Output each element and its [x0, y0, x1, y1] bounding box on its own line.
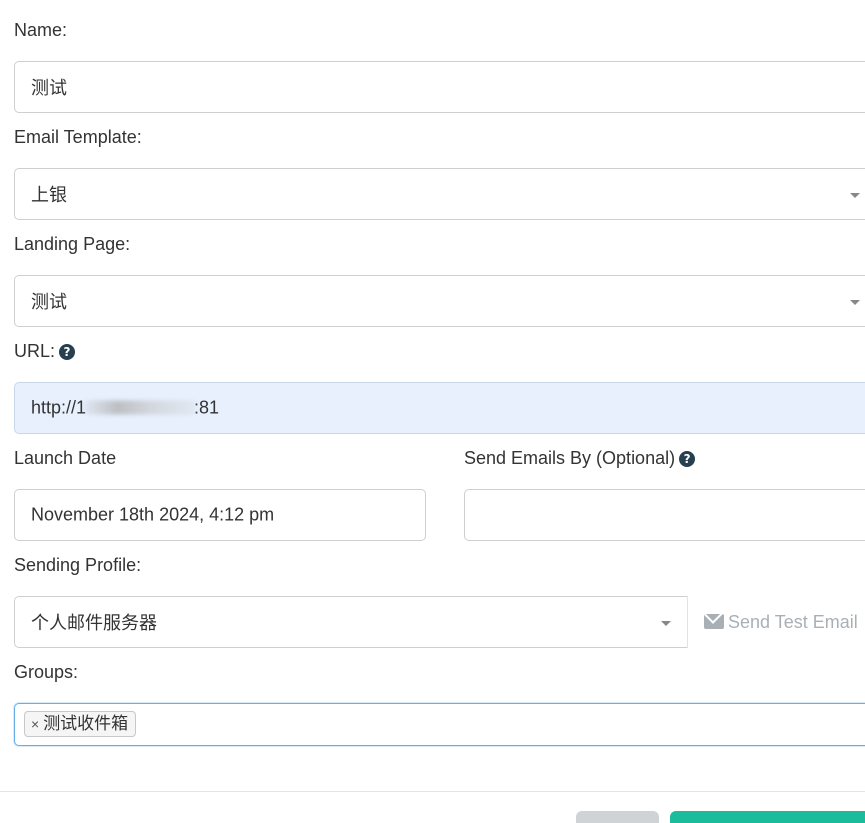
name-input[interactable]: 测试	[14, 61, 865, 113]
url-input[interactable]: http://1 :81	[14, 382, 865, 434]
name-label: Name:	[14, 20, 68, 40]
group-tag: × 测试收件箱	[24, 711, 137, 737]
url-label: URL:	[14, 341, 56, 361]
question-circle-icon[interactable]: ?	[679, 451, 696, 467]
launch-date-value: November 18th 2024, 4:12 pm	[31, 504, 275, 525]
send-test-email-label: Send Test Email	[728, 612, 858, 632]
envelope-icon	[704, 614, 724, 629]
launch-campaign-button[interactable]	[670, 811, 865, 823]
close-button[interactable]	[576, 811, 659, 823]
caret-down-icon	[661, 621, 671, 626]
send-by-label: Send Emails By (Optional)	[464, 448, 676, 468]
caret-down-icon	[850, 300, 860, 305]
name-value: 测试	[31, 78, 67, 98]
landing-page-value: 测试	[31, 292, 67, 312]
sending-profile-value: 个人邮件服务器	[31, 613, 157, 633]
send-test-email-button[interactable]: Send Test Email	[687, 596, 865, 648]
email-template-value: 上银	[31, 185, 67, 205]
redacted-blur	[84, 400, 197, 415]
launch-date-label: Launch Date	[14, 448, 117, 468]
sending-profile-label: Sending Profile:	[14, 555, 142, 575]
modal-footer-divider	[0, 791, 865, 792]
group-tag-label: 测试收件箱	[43, 714, 129, 733]
groups-label: Groups:	[14, 662, 79, 682]
close-icon[interactable]: ×	[31, 716, 39, 732]
caret-down-icon	[850, 193, 860, 198]
email-template-label: Email Template:	[14, 127, 142, 147]
landing-page-select[interactable]: 测试	[14, 275, 865, 327]
url-value-suffix: :81	[194, 397, 220, 418]
question-circle-icon[interactable]: ?	[59, 344, 76, 360]
email-template-select[interactable]: 上银	[14, 168, 865, 220]
campaign-form: Name: 测试 Email Template: 上银 Landing Page…	[0, 0, 865, 823]
url-value-prefix: http://1	[31, 397, 87, 418]
url-value: http://1 :81	[31, 398, 219, 419]
send-by-label-row: Send Emails By (Optional)?	[464, 448, 696, 469]
groups-select[interactable]: × 测试收件箱	[14, 703, 865, 746]
send-by-input[interactable]	[464, 489, 865, 541]
url-label-row: URL:?	[14, 341, 76, 362]
landing-page-label: Landing Page:	[14, 234, 131, 254]
sending-profile-select[interactable]: 个人邮件服务器	[14, 596, 688, 648]
launch-date-input[interactable]: November 18th 2024, 4:12 pm	[14, 489, 426, 541]
